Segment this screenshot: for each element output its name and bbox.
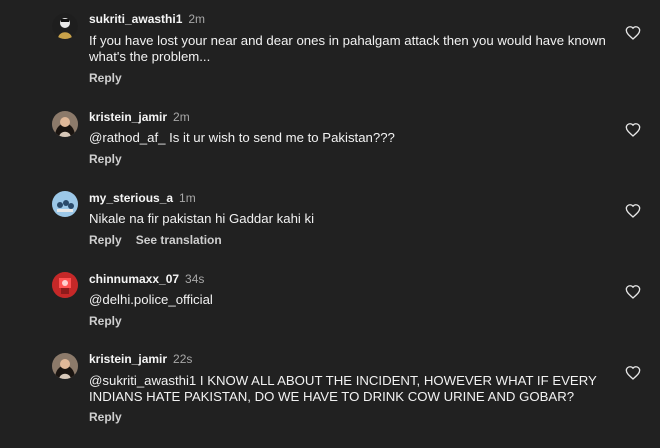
reply-button[interactable]: Reply	[89, 410, 122, 424]
reply-button[interactable]: Reply	[89, 71, 122, 85]
avatar[interactable]	[52, 111, 78, 137]
profile-avatar-icon	[52, 13, 78, 39]
profile-avatar-icon	[52, 191, 78, 217]
comment-header: sukriti_awasthi1 2m	[89, 12, 205, 26]
comment-header: chinnumaxx_07 34s	[89, 272, 204, 286]
heart-outline-icon[interactable]	[625, 203, 641, 219]
see-translation-button[interactable]: See translation	[136, 233, 222, 247]
comment-actions: Reply	[89, 410, 122, 424]
timestamp: 22s	[173, 352, 193, 366]
heart-outline-icon[interactable]	[625, 25, 641, 41]
username[interactable]: chinnumaxx_07	[89, 272, 179, 286]
avatar[interactable]	[52, 353, 78, 379]
reply-button[interactable]: Reply	[89, 314, 122, 328]
username[interactable]: sukriti_awasthi1	[89, 12, 182, 26]
comment-actions: Reply	[89, 71, 122, 85]
reply-button[interactable]: Reply	[89, 152, 122, 166]
comment-actions: Reply	[89, 152, 122, 166]
heart-outline-icon[interactable]	[625, 284, 641, 300]
username[interactable]: kristein_jamir	[89, 352, 167, 366]
comment-actions: Reply	[89, 314, 122, 328]
comment-text: @delhi.police_official	[89, 292, 213, 307]
username[interactable]: my_sterious_a	[89, 191, 173, 205]
profile-avatar-icon	[52, 272, 78, 298]
avatar[interactable]	[52, 191, 78, 217]
comment-text: @rathod_af_ Is it ur wish to send me to …	[89, 130, 395, 145]
comment-text: @sukriti_awasthi1 I KNOW ALL ABOUT THE I…	[89, 373, 597, 404]
heart-outline-icon[interactable]	[625, 365, 641, 381]
profile-avatar-icon	[52, 111, 78, 137]
timestamp: 2m	[188, 12, 206, 26]
username[interactable]: kristein_jamir	[89, 110, 167, 124]
avatar[interactable]	[52, 13, 78, 39]
comment-header: kristein_jamir 2m	[89, 110, 190, 124]
comment-text: Nikale na fir pakistan hi Gaddar kahi ki	[89, 211, 315, 226]
comment-header: my_sterious_a 1m	[89, 191, 196, 205]
timestamp: 2m	[173, 110, 190, 124]
heart-outline-icon[interactable]	[625, 122, 641, 138]
comment-header: kristein_jamir 22s	[89, 352, 192, 366]
comment-actions: Reply See translation	[89, 233, 222, 247]
timestamp: 1m	[179, 191, 196, 205]
timestamp: 34s	[185, 272, 205, 286]
reply-button[interactable]: Reply	[89, 233, 122, 247]
profile-avatar-icon	[52, 353, 78, 379]
avatar[interactable]	[52, 272, 78, 298]
comment-text: If you have lost your near and dear ones…	[89, 33, 606, 64]
